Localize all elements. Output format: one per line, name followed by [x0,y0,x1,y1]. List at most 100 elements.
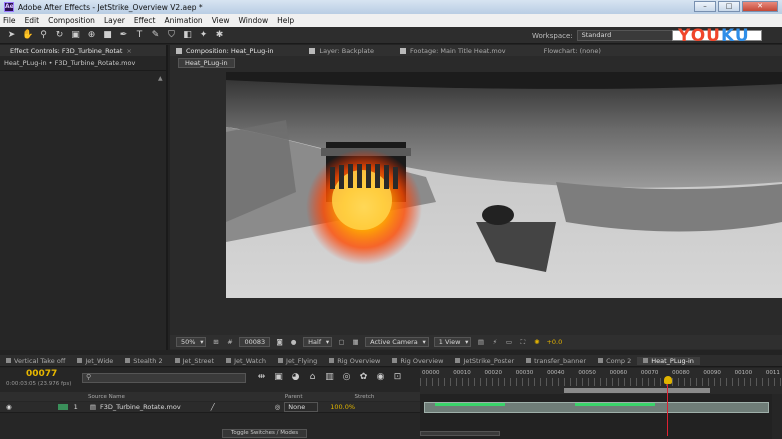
current-time-display[interactable]: 00077 [26,369,57,379]
tab-effect-controls[interactable]: Effect Controls: F3D_Turbine_Rotat × [4,47,138,55]
type-tool-icon[interactable]: T [134,30,145,41]
stretch-value[interactable]: 100.0% [330,403,355,411]
tab-flowchart[interactable]: Flowchart: (none) [538,47,607,55]
toggle-switches-modes-button[interactable]: Toggle Switches / Modes [222,429,308,438]
timeline-icon[interactable]: ▭ [504,338,513,347]
workspace-label: Workspace: [532,31,573,40]
zoom-dropdown[interactable]: 50% [176,337,207,347]
menu-edit[interactable]: Edit [25,16,40,25]
tab-heat-plug-in[interactable]: Heat_PLug-in [637,356,700,365]
fast-previews-icon[interactable]: ⚡ [490,338,499,347]
composition-mini-flowchart-icon[interactable]: ⇹ [256,372,267,383]
menu-window[interactable]: Window [239,16,269,25]
layer-name[interactable]: F3D_Turbine_Rotate.mov [100,403,181,411]
menu-effect[interactable]: Effect [134,16,156,25]
visibility-eye-icon[interactable]: ◉ [6,403,12,411]
tab-composition[interactable]: Composition: Heat_PLug-in [170,47,279,55]
tab-vertical-take-off[interactable]: Vertical Take off [0,357,71,365]
clone-stamp-tool-icon[interactable]: ⛉ [166,30,177,41]
mask-tool-icon[interactable]: ■ [102,30,113,41]
menu-file[interactable]: File [3,16,16,25]
parent-pickwhip-icon[interactable]: ◎ [275,403,281,411]
resolution-dropdown[interactable]: Half [303,337,333,347]
pen-tool-icon[interactable]: ✒ [118,30,129,41]
show-channel-icon[interactable]: ● [289,338,298,347]
eraser-tool-icon[interactable]: ◧ [182,30,193,41]
hand-tool-icon[interactable]: ✋ [22,30,33,41]
current-time-field[interactable]: 00083 [239,337,271,347]
source-name-header[interactable]: Source Name [88,394,125,400]
transparency-grid-icon[interactable]: ▦ [351,338,360,347]
safe-zones-icon[interactable]: ⊞ [211,338,220,347]
table-row[interactable]: ◉ 1 ▤ F3D_Turbine_Rotate.mov ╱ ◎ None 10… [0,402,420,413]
menu-view[interactable]: View [212,16,230,25]
tab-jet-watch[interactable]: Jet_Watch [220,357,272,365]
draft-3d-icon[interactable]: ◕ [290,372,301,383]
layer-search-input[interactable]: ⚲ [82,373,246,383]
window-title: Adobe After Effects - JetStrike_Overview… [18,2,203,12]
menu-layer[interactable]: Layer [104,16,125,25]
composition-subtab[interactable]: Heat_PLug-in [178,58,235,68]
stretch-header[interactable]: Stretch [354,394,374,400]
composition-panel: Composition: Heat_PLug-in Layer: Backpla… [170,45,782,350]
tab-jet-street[interactable]: Jet_Street [169,357,220,365]
menu-help[interactable]: Help [277,16,294,25]
quality-switch-icon[interactable]: ╱ [211,403,215,411]
timeline-switches: ⇹ ▣ ◕ ⌂ ▥ ◎ ✿ ◉ ⊡ [256,372,403,383]
puppet-tool-icon[interactable]: ✱ [214,30,225,41]
tab-rig-overview-2[interactable]: Rig Overview [386,357,449,365]
label-color-icon[interactable] [57,404,68,410]
region-of-interest-icon[interactable]: ▢ [337,338,346,347]
live-update-icon[interactable]: ▣ [273,372,284,383]
camera-view-dropdown[interactable]: Active Camera [365,337,429,347]
timeline-zoom-slider[interactable] [420,431,500,436]
layer-duration-bar[interactable] [424,402,769,413]
tab-jet-flying[interactable]: Jet_Flying [272,357,323,365]
close-icon[interactable]: × [126,47,131,55]
scroll-up-icon[interactable]: ▲ [158,75,164,82]
frame-blending-icon[interactable]: ▥ [324,372,335,383]
close-button[interactable]: ✕ [742,1,778,12]
current-time-indicator[interactable] [664,376,672,384]
motion-blur-icon[interactable]: ◎ [341,372,352,383]
toggle-pixel-aspect-icon[interactable]: ▤ [476,338,485,347]
snapshot-icon[interactable]: ◙ [275,338,284,347]
camera-tool-icon[interactable]: ▣ [70,30,81,41]
tab-jetstrike-poster[interactable]: JetStrike_Poster [449,357,520,365]
grid-icon[interactable]: # [225,338,234,347]
roto-brush-tool-icon[interactable]: ✦ [198,30,209,41]
exposure-value[interactable]: +0.0 [546,338,562,346]
maximize-button[interactable]: □ [718,1,740,12]
minimize-button[interactable]: – [694,1,716,12]
graph-editor-icon[interactable]: ⊡ [392,372,403,383]
parent-header[interactable]: Parent [285,394,303,400]
flowchart-icon[interactable]: ⛶ [518,338,527,347]
zoom-tool-icon[interactable]: ⚲ [38,30,49,41]
menu-composition[interactable]: Composition [48,16,95,25]
tab-jet-wide[interactable]: Jet_Wide [71,357,119,365]
tab-rig-overview[interactable]: Rig Overview [323,357,386,365]
brainstorm-icon[interactable]: ✿ [358,372,369,383]
view-layout-dropdown[interactable]: 1 View [433,337,472,347]
exposure-icon[interactable]: ✺ [532,338,541,347]
rotate-tool-icon[interactable]: ↻ [54,30,65,41]
brush-tool-icon[interactable]: ✎ [150,30,161,41]
menu-animation[interactable]: Animation [164,16,202,25]
tab-stealth-2[interactable]: Stealth 2 [119,357,168,365]
parent-dropdown[interactable]: None [284,402,319,412]
tab-layer[interactable]: Layer: Backplate [303,47,380,55]
current-time-line [667,384,668,436]
hide-shy-layers-icon[interactable]: ⌂ [307,372,318,383]
composition-viewer[interactable] [226,72,782,298]
ruler-labels: 00000 00010 00020 00030 00040 00050 00060 00… [422,370,780,376]
tab-comp-2[interactable]: Comp 2 [592,357,637,365]
pan-behind-tool-icon[interactable]: ⊕ [86,30,97,41]
workspace-dropdown[interactable]: Standard [576,30,687,41]
auto-keyframe-icon[interactable]: ◉ [375,372,386,383]
selection-tool-icon[interactable]: ➤ [6,30,17,41]
effect-controls-scrollbar[interactable]: ▲ [158,75,164,340]
tab-transfer-banner[interactable]: transfer_banner [520,357,592,365]
time-ruler[interactable]: 00000 00010 00020 00030 00040 00050 00060 00… [420,368,782,394]
tab-footage[interactable]: Footage: Main Title Heat.mov [394,47,512,55]
work-area-bar[interactable] [564,388,710,393]
